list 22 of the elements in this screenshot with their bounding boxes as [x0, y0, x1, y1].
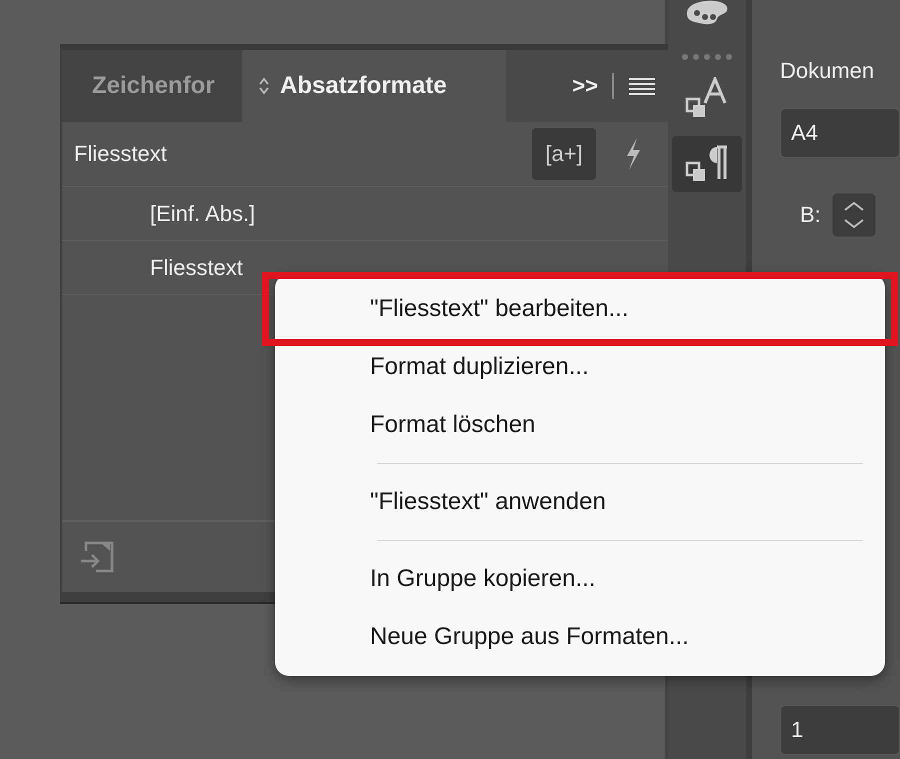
- menu-item[interactable]: "Fliesstext" bearbeiten...: [275, 280, 885, 338]
- panel-tab[interactable]: Zeichenfor: [62, 50, 242, 122]
- menu-item[interactable]: "Fliesstext" anwenden: [275, 473, 885, 531]
- menu-item[interactable]: Format duplizieren...: [275, 338, 885, 396]
- section-heading: Dokumen: [780, 58, 876, 84]
- new-style-button[interactable]: [a+]: [532, 128, 596, 180]
- menu-item[interactable]: In Gruppe kopieren...: [275, 550, 885, 608]
- load-styles-icon: [80, 541, 114, 573]
- overflow-button[interactable]: >>: [572, 73, 598, 99]
- style-item[interactable]: [Einf. Abs.]: [150, 200, 256, 226]
- size-field[interactable]: A4: [780, 108, 900, 158]
- toolbar-button[interactable]: [672, 136, 742, 192]
- panel-tab[interactable]: Absatzformate: [242, 50, 506, 122]
- stepper-icon: [830, 192, 877, 238]
- width-label: B:: [800, 202, 821, 228]
- menu-item[interactable]: Neue Gruppe aus Formaten...: [275, 608, 885, 666]
- current-style-label: Fliesstext: [74, 141, 167, 167]
- menu-item[interactable]: Format löschen: [275, 396, 885, 454]
- sort-icon: [258, 76, 270, 96]
- page-field[interactable]: 1: [780, 705, 900, 755]
- style-item[interactable]: Fliesstext: [150, 254, 243, 280]
- menu-icon: [628, 76, 656, 96]
